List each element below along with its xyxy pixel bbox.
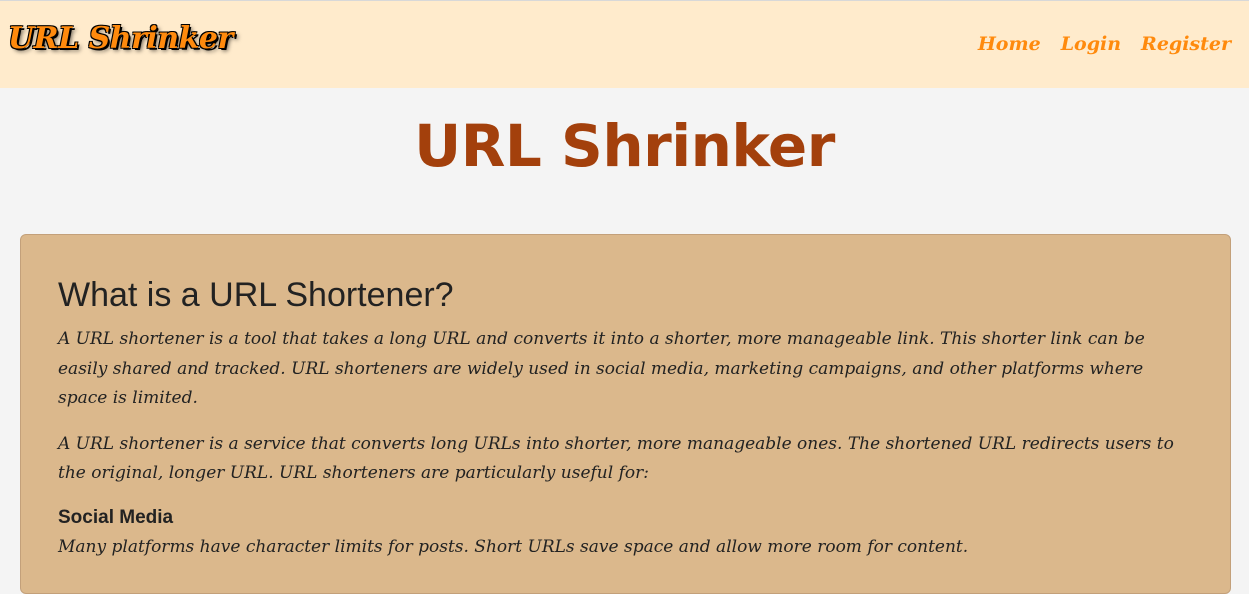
use-case-description: Many platforms have character limits for…	[58, 536, 969, 557]
nav-links: Home Login Register	[978, 33, 1231, 55]
card-heading: What is a URL Shortener?	[58, 276, 454, 314]
navbar: URL Shrinker Home Login Register	[0, 0, 1249, 88]
nav-link-register[interactable]: Register	[1141, 33, 1231, 55]
card-paragraph-uses: A URL shortener is a service that conver…	[58, 433, 1174, 484]
use-case-title: Social Media	[58, 506, 174, 528]
brand-logo[interactable]: URL Shrinker	[8, 21, 233, 56]
info-card: What is a URL Shortener? A URL shortener…	[20, 234, 1231, 594]
card-paragraph-intro: A URL shortener is a tool that takes a l…	[58, 329, 1145, 408]
nav-link-login[interactable]: Login	[1061, 33, 1121, 55]
nav-link-home[interactable]: Home	[978, 33, 1041, 55]
page-title: URL Shrinker	[414, 112, 835, 180]
